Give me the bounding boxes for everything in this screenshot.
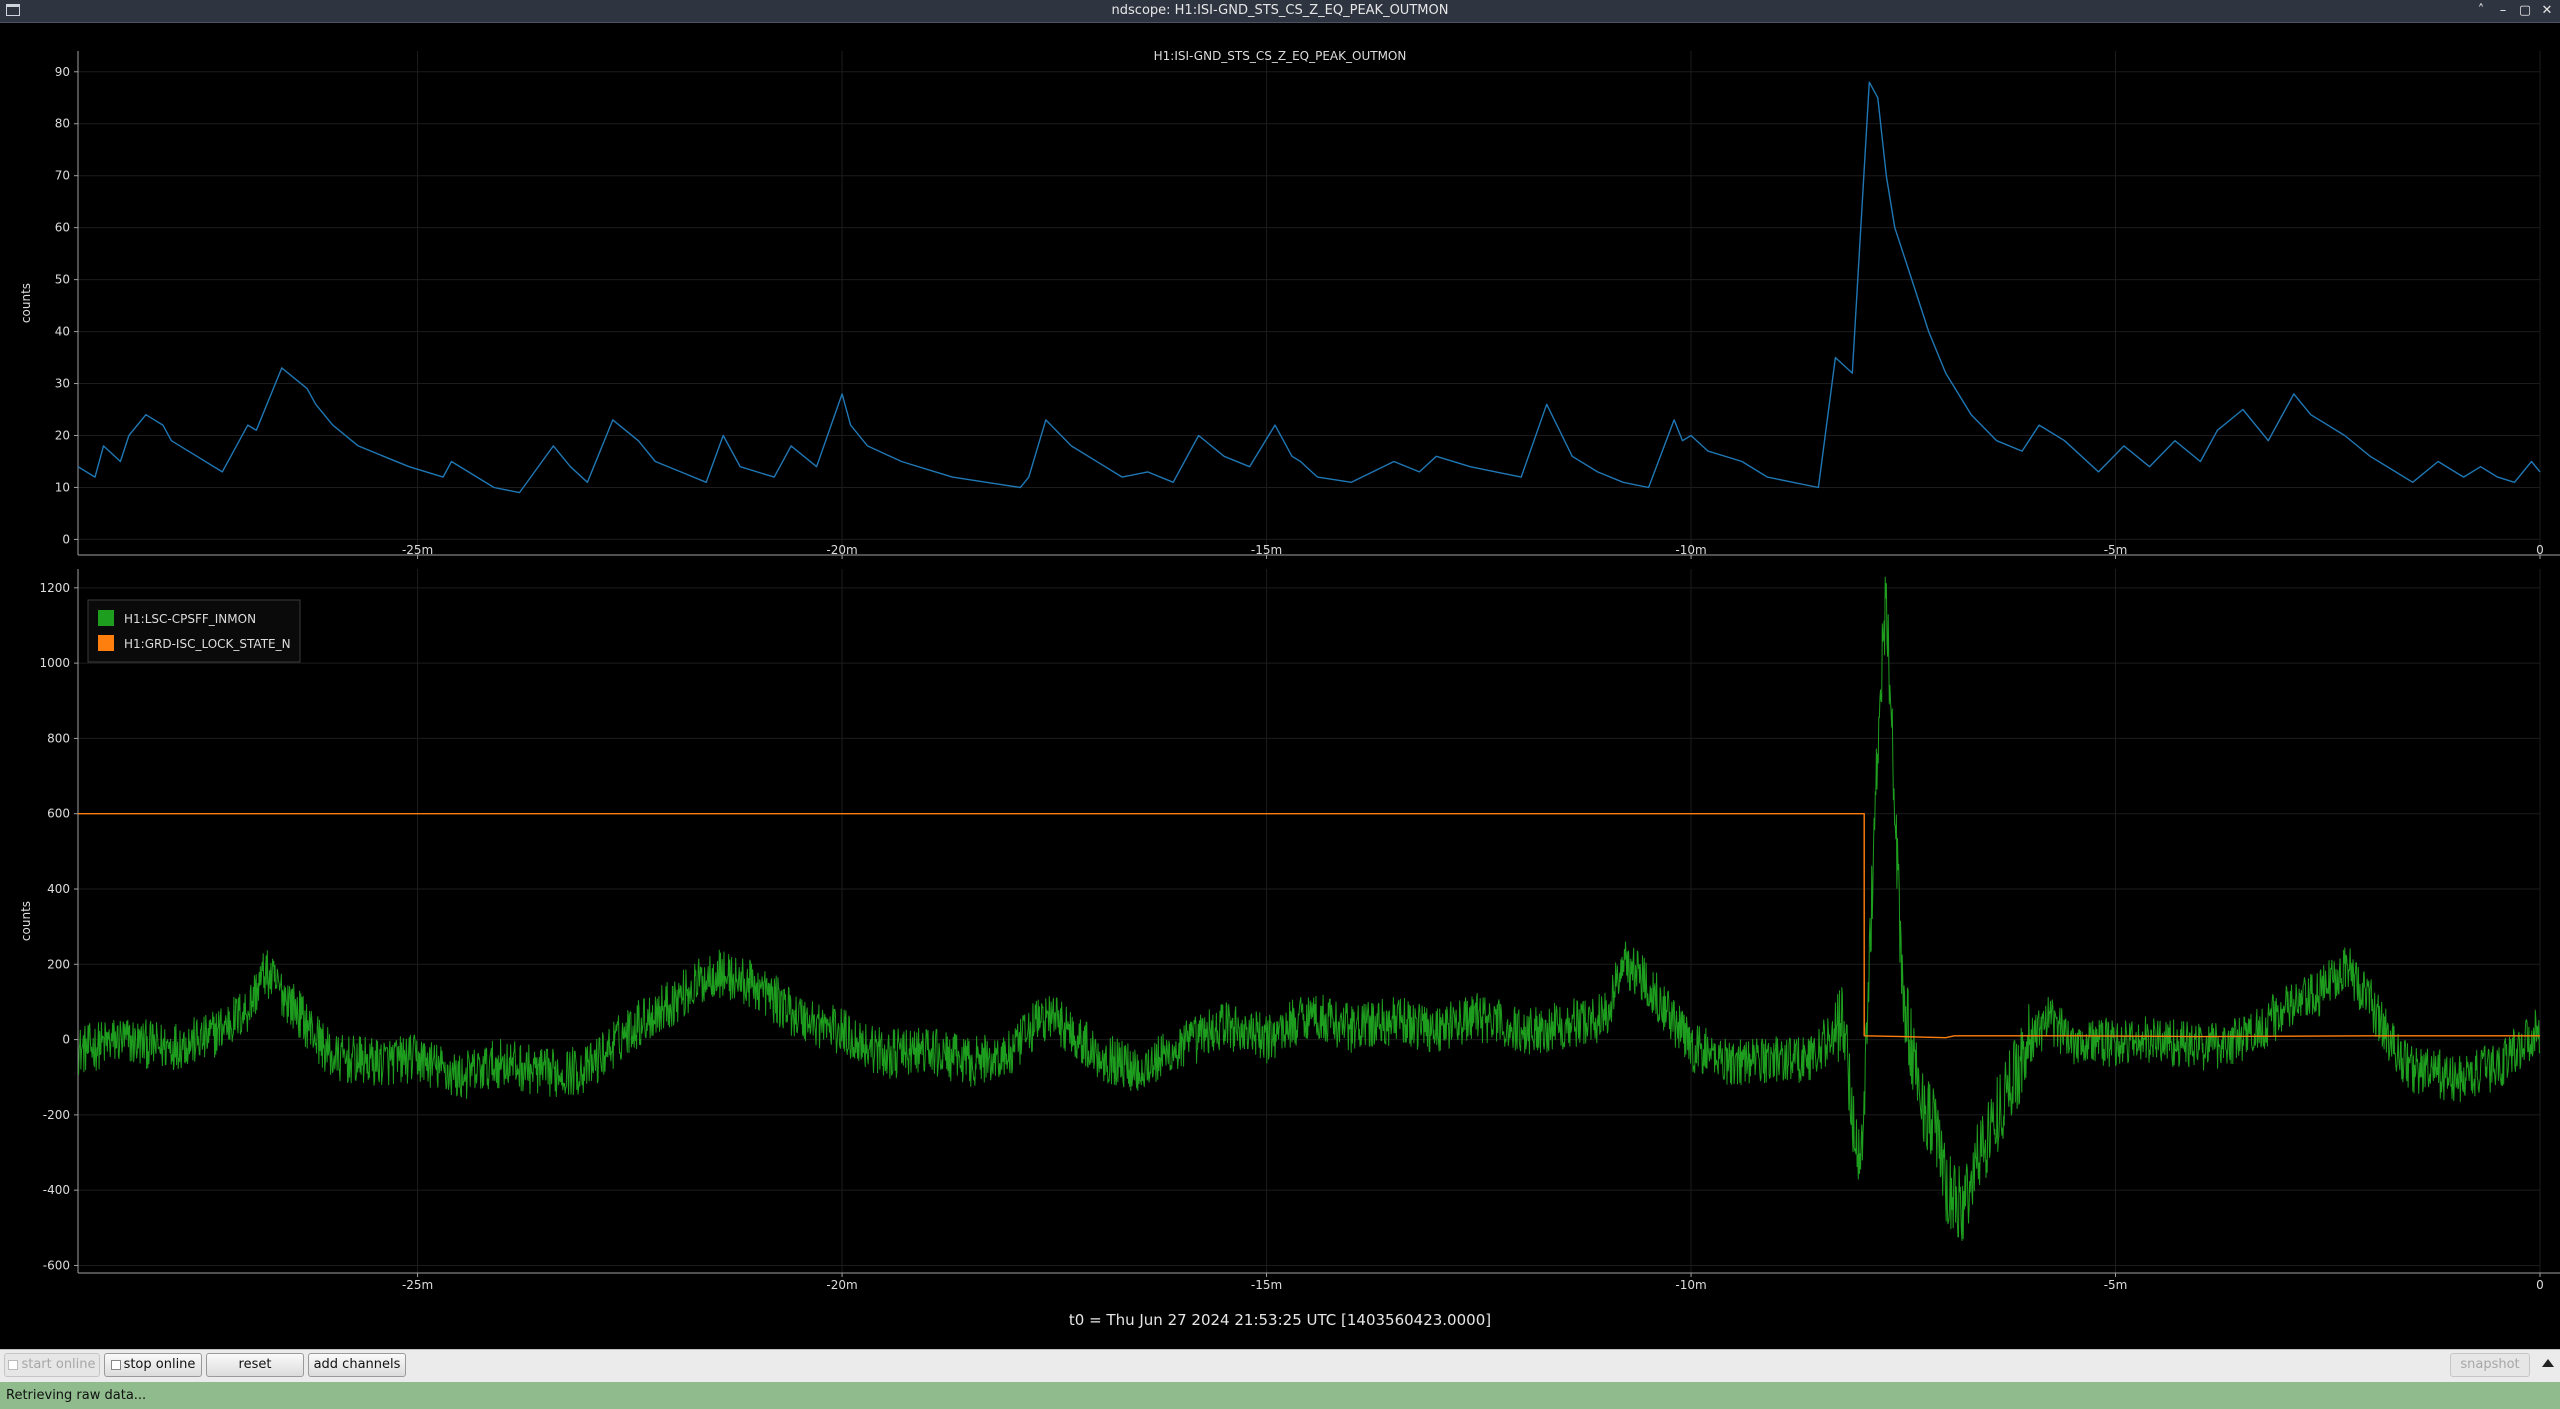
y-axis-label: counts — [19, 901, 33, 941]
x-tick-label: -20m — [826, 543, 857, 557]
x-tick-label: -20m — [826, 1278, 857, 1292]
legend — [87, 599, 301, 663]
start-online-label: start online — [21, 1357, 96, 1372]
y-tick-label: 200 — [47, 957, 70, 971]
status-message: Retrieving raw data... — [6, 1388, 147, 1403]
y-tick-label: 600 — [47, 807, 70, 821]
series-h1-lsc-cpsff-inmon — [78, 576, 2541, 1241]
y-tick-label: 40 — [55, 325, 70, 339]
y-tick-label: 0 — [62, 532, 70, 546]
y-tick-label: 90 — [55, 65, 70, 79]
y-tick-label: 10 — [55, 480, 70, 494]
minimize-icon[interactable]: – — [2494, 2, 2512, 20]
close-icon[interactable]: ✕ — [2538, 2, 2556, 20]
reset-label: reset — [238, 1357, 272, 1372]
y-tick-label: 30 — [55, 377, 70, 391]
scroll-up-arrow-icon[interactable] — [2542, 1359, 2554, 1367]
legend-label: H1:GRD-ISC_LOCK_STATE_N — [124, 637, 291, 651]
chart-title: H1:ISI-GND_STS_CS_Z_EQ_PEAK_OUTMON — [1154, 49, 1407, 63]
y-tick-label: 1200 — [39, 581, 70, 595]
plot-panel-2 — [74, 569, 2560, 1277]
x-tick-label: -25m — [402, 543, 433, 557]
add-channels-button[interactable]: add channels — [308, 1353, 406, 1377]
snapshot-label: snapshot — [2460, 1357, 2520, 1372]
y-tick-label: 80 — [55, 117, 70, 131]
plot-panel-1 — [74, 51, 2560, 559]
legend-swatch — [98, 610, 114, 626]
x-tick-label: -15m — [1251, 543, 1282, 557]
y-tick-label: 0 — [62, 1033, 70, 1047]
y-tick-label: -400 — [43, 1183, 70, 1197]
checkbox-icon — [110, 1359, 121, 1370]
y-tick-label: 50 — [55, 273, 70, 287]
stop-online-label: stop online — [123, 1357, 196, 1372]
window-title: ndscope: H1:ISI-GND_STS_CS_Z_EQ_PEAK_OUT… — [1111, 3, 1449, 18]
y-tick-label: 800 — [47, 731, 70, 745]
x-tick-label: -25m — [402, 1278, 433, 1292]
x-tick-label: -5m — [2104, 1278, 2128, 1292]
y-tick-label: -600 — [43, 1258, 70, 1272]
y-tick-label: 400 — [47, 882, 70, 896]
checkbox-icon — [8, 1359, 19, 1370]
snapshot-button[interactable]: snapshot — [2450, 1353, 2530, 1377]
plot-area: 0 10 20 30 40 50 60 70 80 90 -25m -20m -15m -10m -5m 0 c… — [0, 23, 2560, 1348]
y-tick-label: 20 — [55, 428, 70, 442]
legend-swatch — [98, 635, 114, 651]
y-tick-label: 1000 — [39, 656, 70, 670]
x-tick-label: 0 — [2536, 543, 2544, 557]
y-tick-label: 70 — [55, 169, 70, 183]
y-axis-label: counts — [19, 283, 33, 323]
y-tick-label: 60 — [55, 221, 70, 235]
x-axis-label: t0 = Thu Jun 27 2024 21:53:25 UTC [14035… — [1069, 1311, 1491, 1329]
add-channels-label: add channels — [313, 1357, 401, 1372]
legend-label: H1:LSC-CPSFF_INMON — [124, 612, 256, 626]
y-tick-label: -200 — [43, 1108, 70, 1122]
title-bar: ndscope: H1:ISI-GND_STS_CS_Z_EQ_PEAK_OUT… — [0, 0, 2560, 23]
plots-canvas[interactable]: 0 10 20 30 40 50 60 70 80 90 -25m -20m -15m -10m -5m 0 c… — [0, 23, 2560, 1348]
x-tick-label: -10m — [1675, 543, 1706, 557]
stop-online-button[interactable]: stop online — [104, 1353, 202, 1377]
start-online-button[interactable]: start online — [4, 1353, 100, 1377]
x-tick-label: -5m — [2104, 543, 2128, 557]
chevron-up-icon[interactable]: ˄ — [2472, 2, 2490, 20]
x-tick-label: -15m — [1251, 1278, 1282, 1292]
reset-button[interactable]: reset — [206, 1353, 304, 1377]
maximize-icon[interactable]: ▢ — [2516, 2, 2534, 20]
button-bar: start online stop online reset add chann… — [0, 1349, 2560, 1382]
x-tick-label: -10m — [1675, 1278, 1706, 1292]
x-tick-label: 0 — [2536, 1278, 2544, 1292]
status-bar: Retrieving raw data... — [0, 1382, 2560, 1409]
series-trace — [77, 81, 2541, 494]
legend-box — [87, 599, 301, 663]
